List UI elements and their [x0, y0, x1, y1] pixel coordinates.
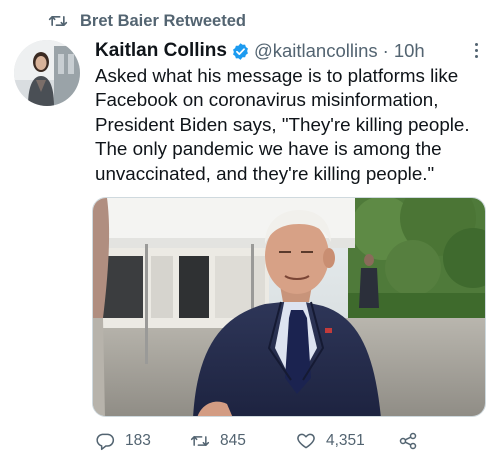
- retweet-button[interactable]: 845: [190, 428, 246, 454]
- tweet-text: Asked what his message is to platforms l…: [95, 65, 470, 184]
- reply-count: 183: [125, 432, 151, 449]
- retweet-count: 845: [220, 432, 246, 449]
- more-options-icon[interactable]: [466, 40, 486, 60]
- retweet-icon: [48, 16, 68, 26]
- tweet-timestamp[interactable]: 10h: [394, 40, 425, 62]
- media-photo: [93, 198, 485, 416]
- reply-icon: [96, 433, 115, 451]
- retweet-icon: [190, 436, 210, 446]
- reply-button[interactable]: 183: [95, 428, 151, 454]
- like-button[interactable]: 4,351: [296, 428, 365, 454]
- like-icon: [297, 433, 315, 449]
- share-button[interactable]: [398, 428, 428, 454]
- retweet-context[interactable]: Bret Baier Retweeted: [48, 10, 246, 32]
- tweet-actions: 183 845 4,351: [95, 428, 425, 454]
- tweet-media-photo[interactable]: [92, 197, 486, 417]
- verified-badge-icon: [233, 42, 248, 60]
- tweet-header: Kaitlan Collins @kaitlancollins · 10h: [95, 38, 486, 64]
- avatar[interactable]: [14, 40, 80, 106]
- share-icon: [399, 432, 417, 450]
- retweet-context-label: Bret Baier Retweeted: [80, 11, 246, 30]
- author-name[interactable]: Kaitlan Collins: [95, 40, 227, 62]
- author-handle[interactable]: @kaitlancollins: [254, 40, 378, 62]
- header-separator: ·: [382, 40, 389, 61]
- avatar-photo: [14, 40, 80, 106]
- like-count: 4,351: [326, 432, 365, 449]
